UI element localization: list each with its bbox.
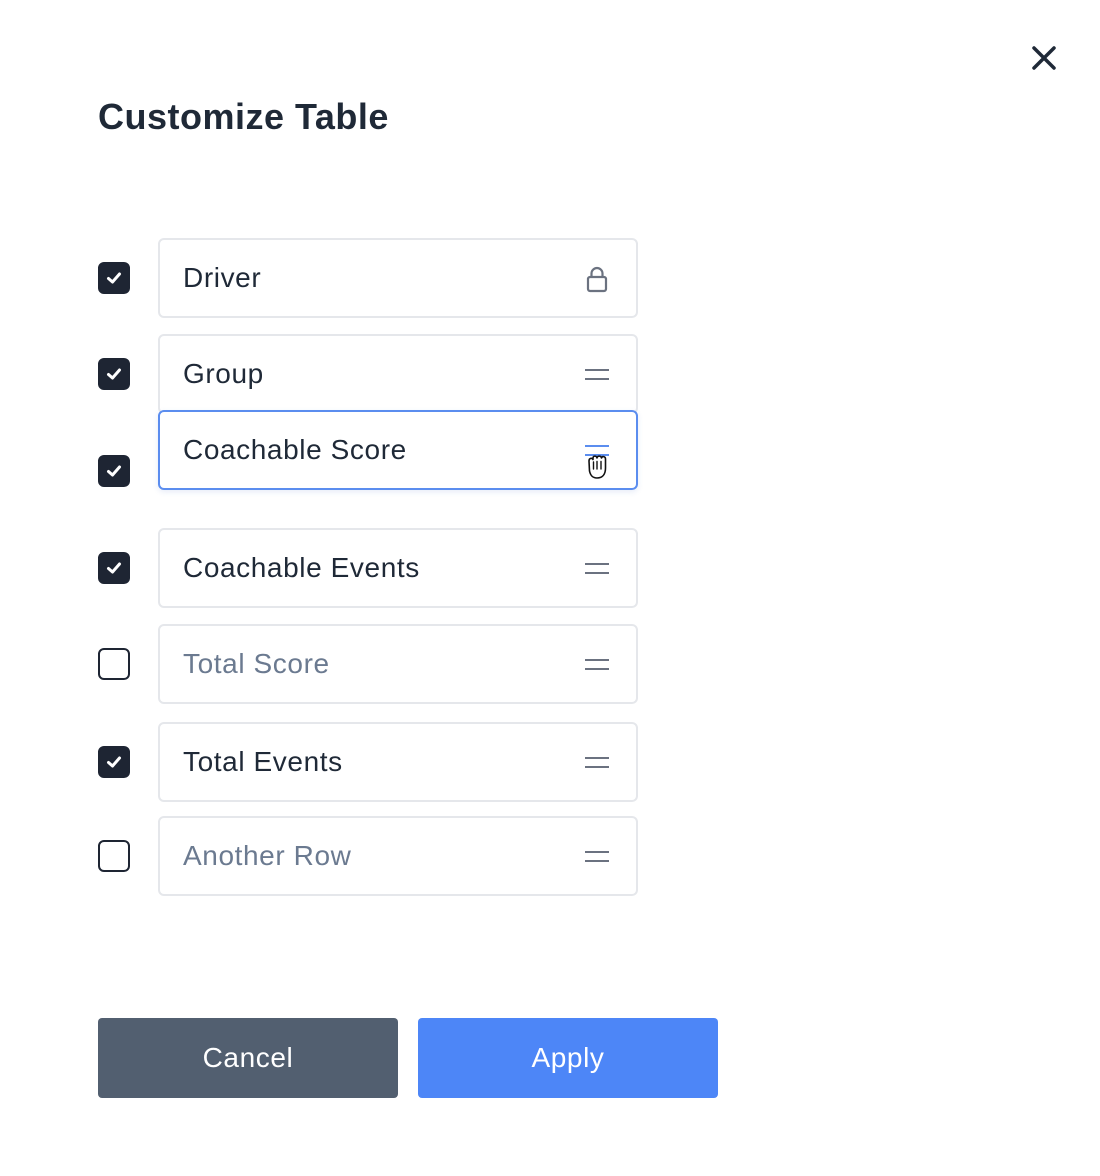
row-label: Coachable Events [183, 552, 420, 583]
customize-table-dialog: Customize Table Driver Group Coachable S… [0, 0, 1100, 1176]
drag-handle-icon[interactable] [582, 360, 612, 390]
column-row-another-row[interactable]: Another Row [158, 816, 638, 896]
row-label: Driver [183, 262, 262, 293]
apply-button[interactable]: Apply [418, 1018, 718, 1098]
row-label: Group [183, 358, 264, 389]
checkbox-group[interactable] [98, 358, 130, 390]
row-label: Total Score [183, 648, 330, 679]
row-label: Total Events [183, 746, 343, 777]
lock-icon [586, 266, 608, 293]
checkmark-icon [107, 272, 121, 284]
checkmark-icon [107, 368, 121, 380]
column-row-coachable-events[interactable]: Coachable Events [158, 528, 638, 608]
column-row-group[interactable]: Group [158, 334, 638, 414]
grab-cursor-icon [588, 455, 607, 479]
cancel-button[interactable]: Cancel [98, 1018, 398, 1098]
checkbox-total-events[interactable] [98, 746, 130, 778]
column-row-total-score[interactable]: Total Score [158, 624, 638, 704]
drag-handle-icon[interactable] [582, 748, 612, 778]
checkbox-total-score[interactable] [98, 648, 130, 680]
checkbox-another-row[interactable] [98, 840, 130, 872]
row-label: Coachable Score [183, 434, 407, 465]
row-label: Another Row [183, 840, 352, 871]
drag-handle-icon[interactable] [582, 650, 612, 680]
checkmark-icon [107, 562, 121, 574]
column-row-coachable-score[interactable]: Coachable Score [158, 410, 638, 490]
column-row-total-events[interactable]: Total Events [158, 722, 638, 802]
drag-handle-icon[interactable] [582, 842, 612, 872]
column-row-driver: Driver [158, 238, 638, 318]
close-button[interactable] [1024, 38, 1064, 78]
checkmark-icon [107, 756, 121, 768]
checkbox-coachable-score[interactable] [98, 455, 130, 487]
dialog-title: Customize Table [98, 96, 389, 137]
checkbox-driver[interactable] [98, 262, 130, 294]
checkbox-coachable-events[interactable] [98, 552, 130, 584]
close-icon [1032, 46, 1056, 70]
drag-handle-icon[interactable] [582, 554, 612, 584]
checkmark-icon [107, 465, 121, 477]
